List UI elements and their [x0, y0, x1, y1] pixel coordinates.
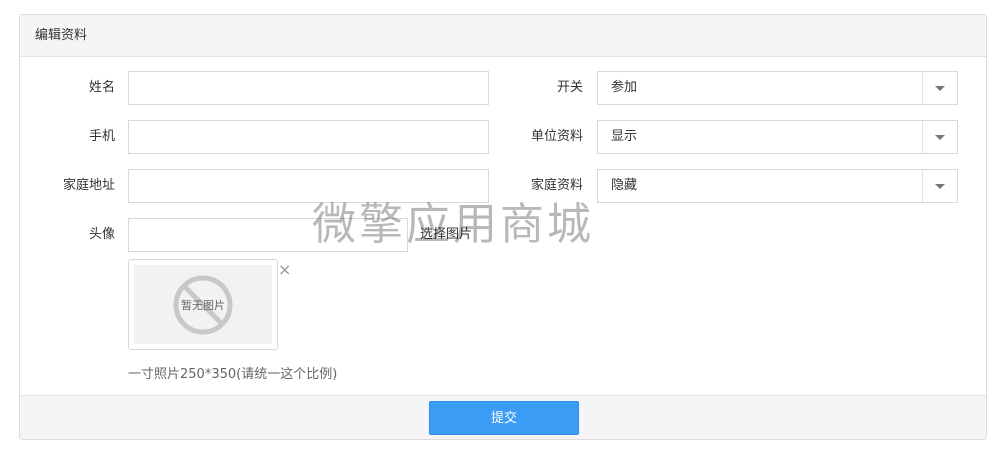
- unit-info-select[interactable]: 显示: [597, 120, 958, 154]
- submit-button[interactable]: 提交: [429, 401, 579, 435]
- chevron-down-icon: [922, 170, 957, 202]
- name-label: 姓名: [88, 80, 115, 95]
- avatar-label: 头像: [88, 227, 115, 242]
- panel-title: 编辑资料: [20, 15, 986, 57]
- phone-field[interactable]: [128, 120, 489, 154]
- home-info-value: 隐藏: [611, 178, 638, 193]
- no-image-text: 暂无图片: [181, 299, 225, 312]
- switch-label: 开关: [556, 80, 583, 95]
- switch-select[interactable]: 参加: [597, 71, 958, 105]
- watermark: 微擎应用商城: [312, 199, 594, 250]
- phone-label: 手机: [88, 129, 115, 144]
- remove-image-icon[interactable]: ×: [278, 262, 291, 278]
- form-footer: 提交: [20, 395, 986, 439]
- home-info-select[interactable]: 隐藏: [597, 169, 958, 203]
- name-field[interactable]: [128, 71, 489, 105]
- unit-info-value: 显示: [611, 129, 638, 144]
- avatar-hint: 一寸照片250*350(请统一这个比例): [128, 367, 338, 382]
- chevron-down-icon: [922, 72, 957, 104]
- unit-info-label: 单位资料: [530, 129, 583, 144]
- avatar-preview: 暂无图片: [128, 259, 278, 350]
- image-placeholder: 暂无图片: [134, 265, 272, 344]
- switch-value: 参加: [611, 80, 638, 95]
- address-label: 家庭地址: [62, 178, 115, 193]
- chevron-down-icon: [922, 121, 957, 153]
